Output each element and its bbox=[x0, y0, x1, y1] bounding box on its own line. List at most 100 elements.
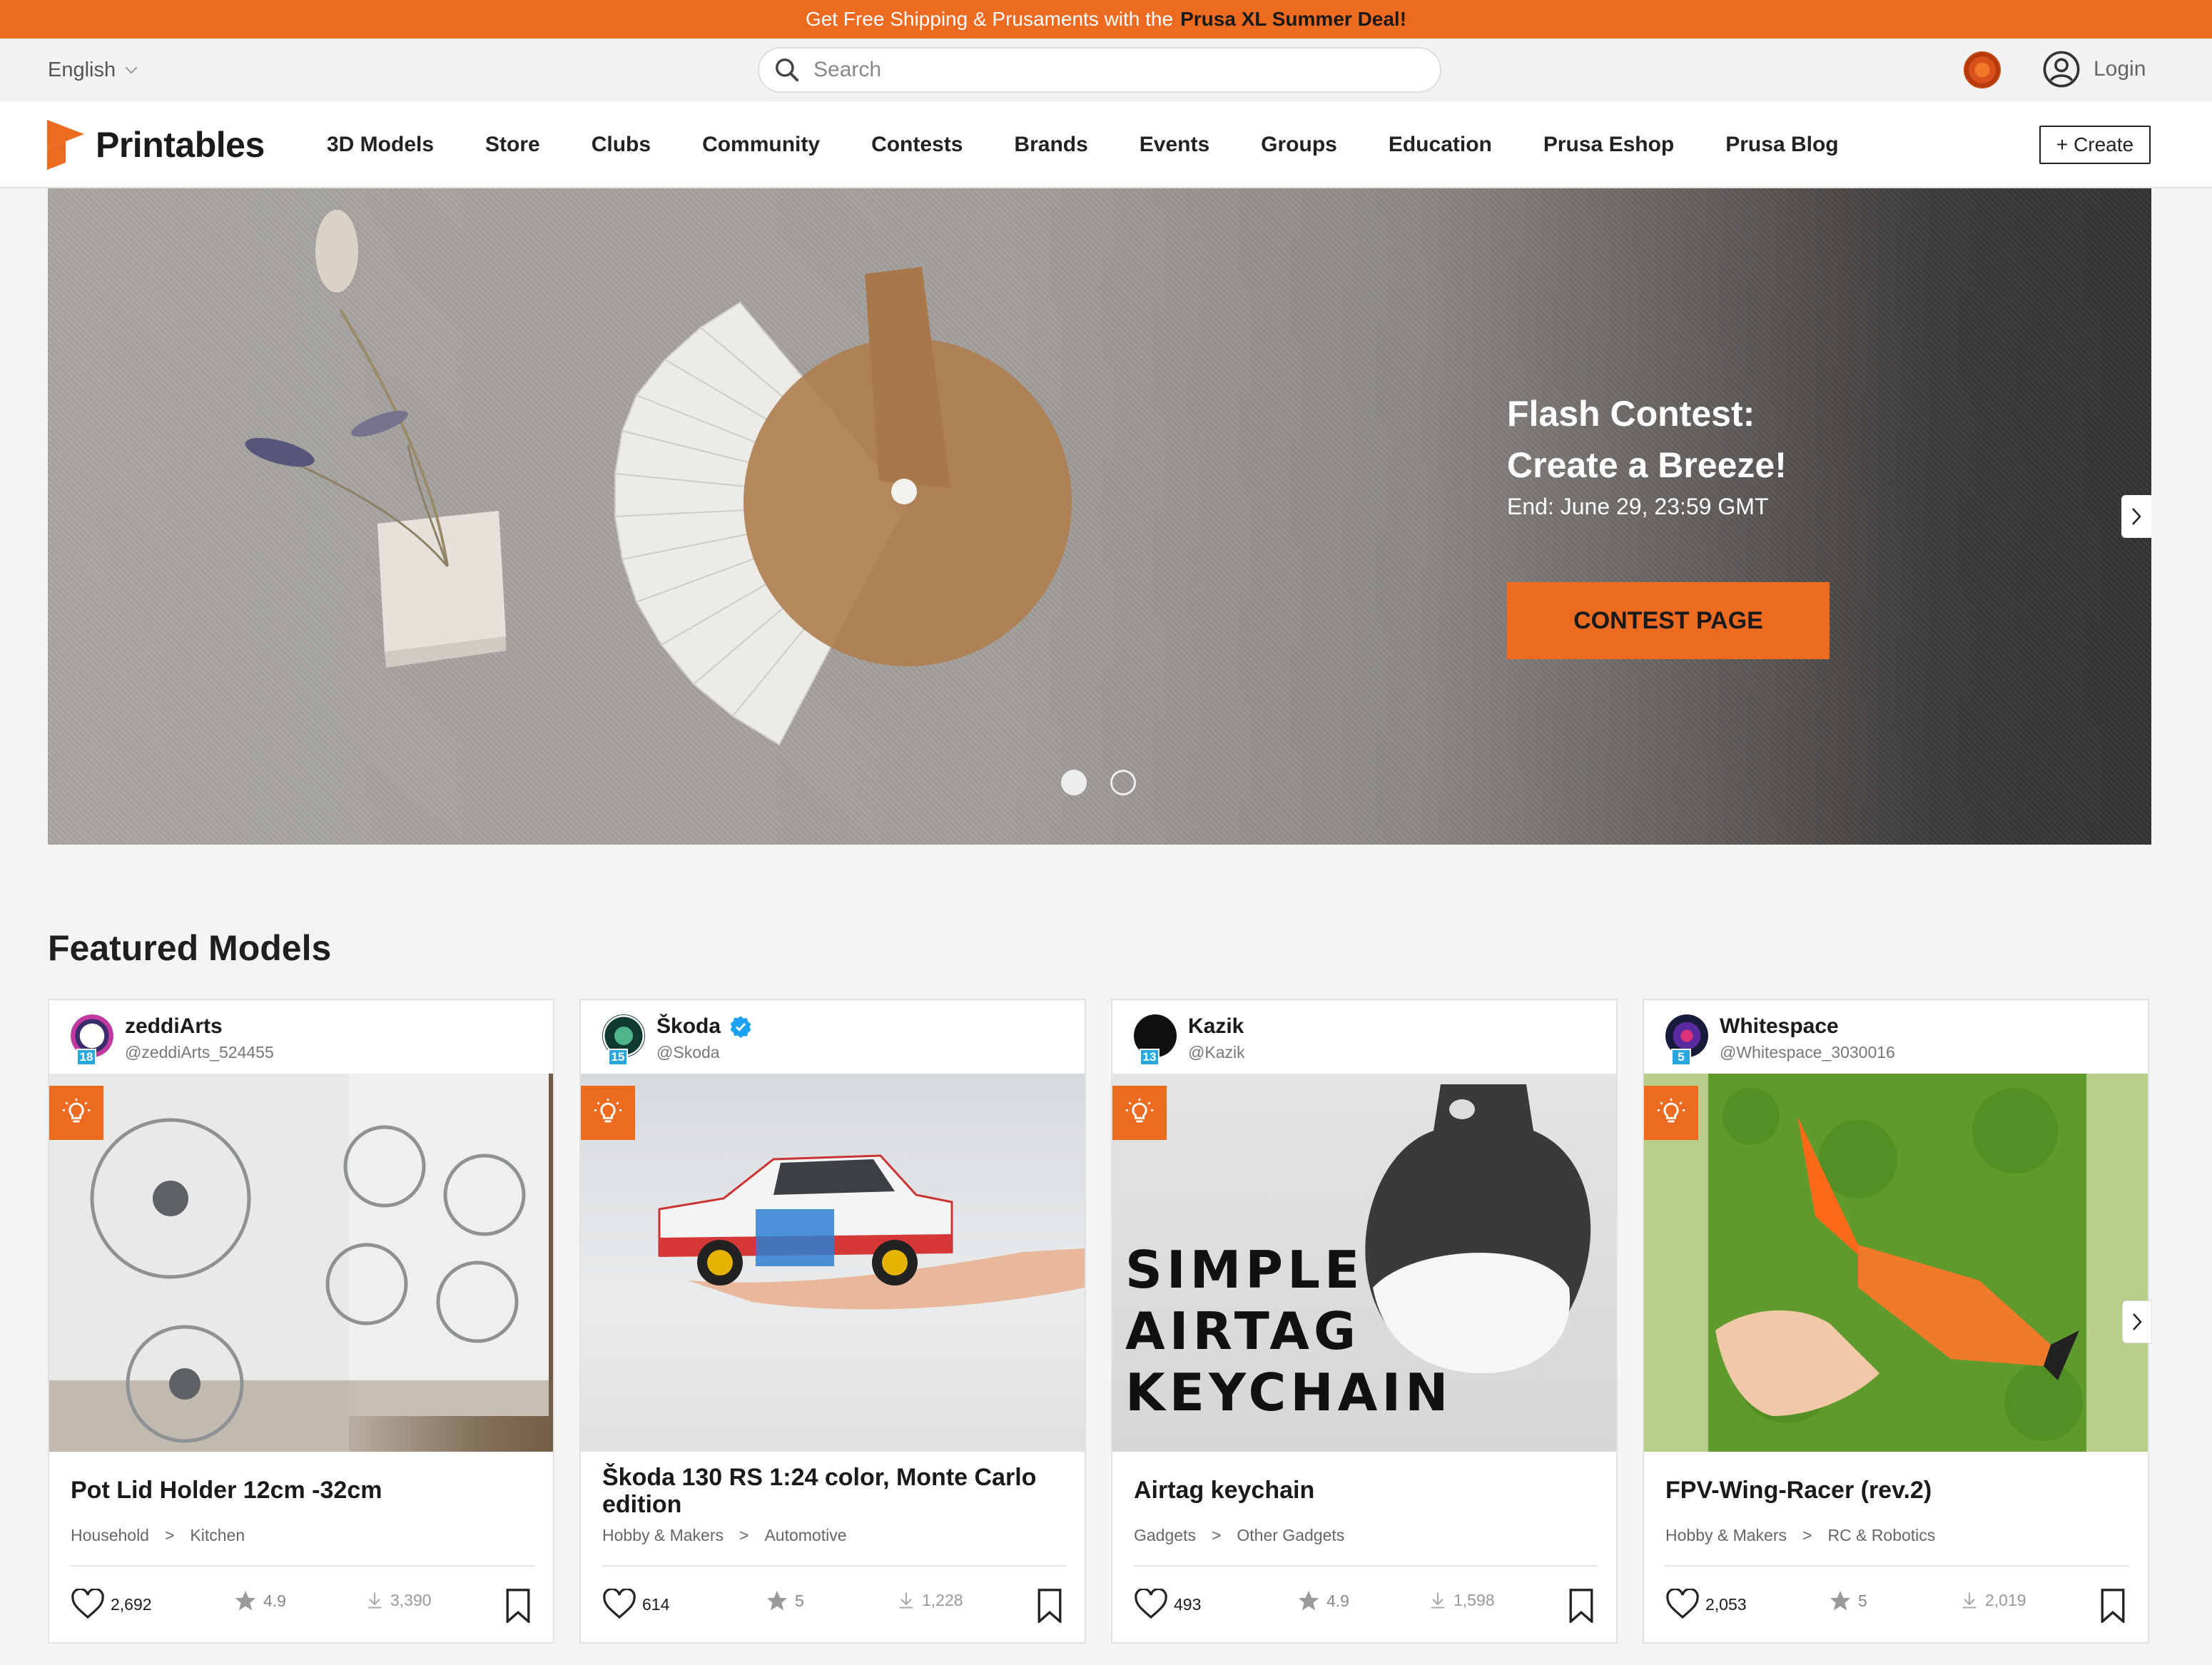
promo-highlight[interactable]: Prusa XL Summer Deal! bbox=[1180, 8, 1406, 31]
lightbulb-icon bbox=[1125, 1098, 1154, 1123]
search-box[interactable] bbox=[758, 47, 1441, 93]
model-title[interactable]: Pot Lid Holder 12cm -32cm bbox=[71, 1477, 534, 1504]
author-handle: @Skoda bbox=[656, 1043, 720, 1061]
hero-title-line2: Create a Breeze! bbox=[1507, 445, 1787, 485]
lightbulb-icon bbox=[1657, 1098, 1685, 1123]
category-link[interactable]: Hobby & Makers bbox=[1665, 1526, 1787, 1545]
subcategory-link[interactable]: Kitchen bbox=[190, 1526, 245, 1545]
card-author[interactable]: 13 Kazik @Kazik bbox=[1134, 1014, 1598, 1066]
chevron-right-icon bbox=[2133, 1313, 2142, 1330]
idea-badge bbox=[1112, 1086, 1167, 1140]
breadcrumb-separator: > bbox=[739, 1526, 749, 1544]
author-name-text: Whitespace bbox=[1720, 1014, 1839, 1038]
create-button[interactable]: + Create bbox=[2039, 126, 2151, 164]
promo-banner[interactable]: Get Free Shipping & Prusaments with the … bbox=[0, 0, 2212, 39]
nav-link-contests[interactable]: Contests bbox=[871, 133, 963, 157]
model-card[interactable]: 5 Whitespace @Whitespace_3030016 FPV-Win… bbox=[1643, 999, 2149, 1644]
nav-link-3d-models[interactable]: 3D Models bbox=[327, 133, 434, 157]
brand-name: Printables bbox=[96, 125, 265, 165]
like-count: 493 bbox=[1174, 1594, 1202, 1614]
model-title[interactable]: Škoda 130 RS 1:24 color, Monte Carlo edi… bbox=[602, 1464, 1066, 1518]
breadcrumb: Hobby & Makers > Automotive bbox=[602, 1526, 847, 1545]
category-link[interactable]: Gadgets bbox=[1134, 1526, 1196, 1545]
nav-link-community[interactable]: Community bbox=[702, 133, 820, 157]
model-thumbnail[interactable] bbox=[49, 1074, 553, 1452]
card-author[interactable]: 5 Whitespace @Whitespace_3030016 bbox=[1665, 1014, 2129, 1066]
image-caption: SIMPLE AIRTAG KEYCHAIN bbox=[1125, 1239, 1452, 1423]
like-button[interactable]: 2,053 bbox=[1665, 1589, 1747, 1620]
author-name[interactable]: Whitespace bbox=[1720, 1014, 1839, 1039]
rating: 5 bbox=[1828, 1589, 1867, 1613]
breadcrumb-separator: > bbox=[164, 1526, 175, 1544]
featured-next-button[interactable] bbox=[2122, 1300, 2152, 1343]
rating: 5 bbox=[765, 1589, 804, 1613]
login-button[interactable]: Login bbox=[2042, 50, 2146, 88]
promo-text: Get Free Shipping & Prusaments with the bbox=[805, 8, 1174, 30]
like-button[interactable]: 614 bbox=[602, 1589, 669, 1620]
download-icon bbox=[899, 1592, 913, 1609]
contest-page-button[interactable]: CONTEST PAGE bbox=[1507, 582, 1830, 659]
nav-link-prusa-eshop[interactable]: Prusa Eshop bbox=[1543, 133, 1674, 157]
model-title[interactable]: FPV-Wing-Racer (rev.2) bbox=[1665, 1477, 2129, 1504]
download-icon bbox=[367, 1592, 382, 1609]
author-name[interactable]: zeddiArts bbox=[125, 1014, 223, 1039]
like-count: 2,053 bbox=[1705, 1594, 1747, 1614]
carousel-dot-1[interactable] bbox=[1061, 770, 1087, 795]
nav-link-brands[interactable]: Brands bbox=[1014, 133, 1087, 157]
model-thumbnail[interactable]: SIMPLE AIRTAG KEYCHAIN bbox=[1112, 1074, 1616, 1452]
like-button[interactable]: 2,692 bbox=[71, 1589, 152, 1620]
nav-link-clubs[interactable]: Clubs bbox=[592, 133, 651, 157]
category-link[interactable]: Household bbox=[71, 1526, 149, 1545]
image-caption-line: KEYCHAIN bbox=[1125, 1363, 1453, 1422]
subcategory-link[interactable]: RC & Robotics bbox=[1827, 1526, 1935, 1545]
model-card[interactable]: 13 Kazik @Kazik SIMPLE AIRTAG KEYCHAIN A… bbox=[1111, 999, 1618, 1644]
star-icon bbox=[1830, 1590, 1851, 1611]
rating-value: 5 bbox=[795, 1591, 804, 1610]
card-author[interactable]: 18 zeddiArts @zeddiArts_524455 bbox=[71, 1014, 534, 1066]
download-icon bbox=[1962, 1592, 1977, 1609]
downloads: 1,598 bbox=[1428, 1589, 1495, 1611]
hero-image bbox=[245, 210, 1072, 746]
model-thumbnail[interactable] bbox=[581, 1074, 1085, 1452]
lightbulb-icon bbox=[62, 1098, 91, 1123]
hero-carousel[interactable]: Flash Contest: Create a Breeze! End: Jun… bbox=[48, 188, 2151, 845]
star-icon bbox=[235, 1590, 256, 1611]
bookmark-button[interactable] bbox=[1036, 1589, 1063, 1623]
bookmark-button[interactable] bbox=[504, 1589, 532, 1623]
model-title[interactable]: Airtag keychain bbox=[1134, 1477, 1598, 1504]
user-icon bbox=[2043, 51, 2080, 88]
bookmark-button[interactable] bbox=[2099, 1589, 2126, 1623]
model-thumbnail[interactable] bbox=[1644, 1074, 2148, 1452]
flag-icon[interactable] bbox=[1964, 51, 2001, 88]
printables-logo-icon bbox=[47, 120, 84, 170]
author-name[interactable]: Škoda bbox=[656, 1014, 752, 1039]
nav-link-prusa-blog[interactable]: Prusa Blog bbox=[1725, 133, 1838, 157]
divider bbox=[71, 1565, 534, 1567]
chevron-down-icon bbox=[125, 61, 138, 73]
model-thumbnail-art bbox=[1708, 1074, 2086, 1452]
language-selector[interactable]: English bbox=[48, 58, 138, 82]
image-caption-line: SIMPLE bbox=[1125, 1240, 1364, 1300]
downloads: 2,019 bbox=[1959, 1589, 2026, 1611]
hero-next-button[interactable] bbox=[2121, 495, 2151, 538]
bookmark-button[interactable] bbox=[1568, 1589, 1595, 1623]
model-card[interactable]: 15 Škoda @Skoda Škoda 130 RS 1:24 color,… bbox=[579, 999, 1086, 1644]
nav-link-education[interactable]: Education bbox=[1389, 133, 1492, 157]
author-handle: @Kazik bbox=[1188, 1043, 1245, 1061]
nav-link-groups[interactable]: Groups bbox=[1261, 133, 1337, 157]
subcategory-link[interactable]: Automotive bbox=[764, 1526, 846, 1545]
author-name[interactable]: Kazik bbox=[1188, 1014, 1244, 1039]
nav-link-store[interactable]: Store bbox=[485, 133, 540, 157]
author-handle: @zeddiArts_524455 bbox=[125, 1043, 274, 1061]
subcategory-link[interactable]: Other Gadgets bbox=[1237, 1526, 1344, 1545]
nav-link-events[interactable]: Events bbox=[1140, 133, 1209, 157]
card-author[interactable]: 15 Škoda @Skoda bbox=[602, 1014, 1066, 1066]
like-count: 2,692 bbox=[111, 1594, 152, 1614]
search-icon bbox=[776, 58, 799, 82]
category-link[interactable]: Hobby & Makers bbox=[602, 1526, 724, 1545]
brand-logo[interactable]: Printables bbox=[47, 120, 265, 170]
model-card[interactable]: 18 zeddiArts @zeddiArts_524455 Pot Lid H… bbox=[48, 999, 554, 1644]
search-input[interactable] bbox=[813, 58, 1399, 82]
like-button[interactable]: 493 bbox=[1134, 1589, 1201, 1620]
carousel-dot-2[interactable] bbox=[1110, 770, 1136, 795]
